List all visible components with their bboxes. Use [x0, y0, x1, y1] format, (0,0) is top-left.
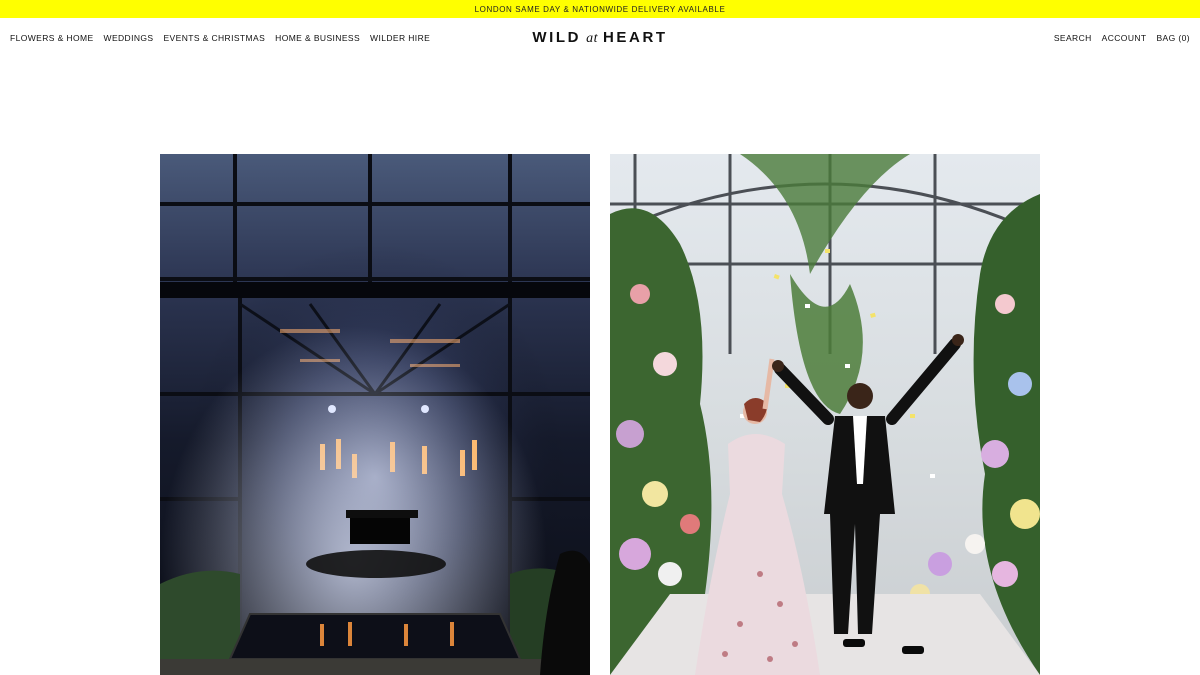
- nav-events-christmas[interactable]: EVENTS & CHRISTMAS: [163, 33, 265, 43]
- glasshouse-event-photo: [160, 154, 590, 675]
- gallery-tile-event[interactable]: [160, 154, 590, 675]
- announcement-text: LONDON SAME DAY & NATIONWIDE DELIVERY AV…: [474, 4, 726, 14]
- site-header: FLOWERS & HOME WEDDINGS EVENTS & CHRISTM…: [0, 18, 1200, 58]
- bag-link[interactable]: BAG (0): [1156, 33, 1190, 43]
- logo-word-at: at: [586, 31, 598, 46]
- nav-flowers-home[interactable]: FLOWERS & HOME: [10, 33, 94, 43]
- image-gallery: [160, 154, 1040, 675]
- announcement-bar: LONDON SAME DAY & NATIONWIDE DELIVERY AV…: [0, 0, 1200, 18]
- logo-word-wild: WILD: [532, 29, 582, 46]
- nav-wilder-hire[interactable]: WILDER HIRE: [370, 33, 430, 43]
- nav-home-business[interactable]: HOME & BUSINESS: [275, 33, 360, 43]
- site-logo[interactable]: WILD at HEART: [532, 29, 667, 47]
- account-link[interactable]: ACCOUNT: [1102, 33, 1147, 43]
- logo-word-heart: HEART: [602, 29, 668, 46]
- utility-nav: SEARCH ACCOUNT BAG (0): [1054, 33, 1190, 43]
- search-link[interactable]: SEARCH: [1054, 33, 1092, 43]
- nav-weddings[interactable]: WEDDINGS: [104, 33, 154, 43]
- gallery-tile-wedding[interactable]: [610, 154, 1040, 675]
- main-nav: FLOWERS & HOME WEDDINGS EVENTS & CHRISTM…: [10, 33, 430, 43]
- wedding-couple-photo: [610, 154, 1040, 675]
